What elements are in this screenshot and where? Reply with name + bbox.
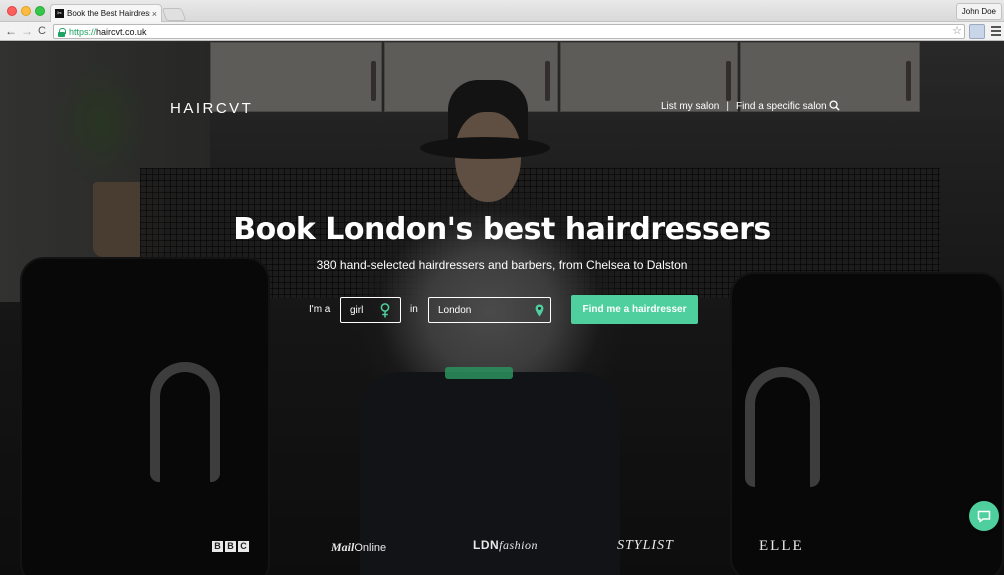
press-logo-mailonline: MailOnline bbox=[331, 540, 387, 554]
window-close-button[interactable] bbox=[7, 6, 17, 16]
browser-titlebar: ✂ Book the Best Hairdressers × John Doe bbox=[0, 0, 1004, 22]
window-minimize-button[interactable] bbox=[21, 6, 31, 16]
chat-button[interactable] bbox=[969, 501, 999, 531]
hamburger-menu-icon[interactable] bbox=[991, 26, 1001, 38]
top-nav: List my salon | Find a specific salon bbox=[661, 101, 827, 112]
favicon-icon: ✂ bbox=[55, 9, 64, 18]
location-value: London bbox=[438, 304, 472, 316]
press-logo-elle: ELLE bbox=[759, 538, 804, 554]
location-input[interactable]: London bbox=[428, 297, 551, 323]
lock-icon bbox=[58, 27, 66, 37]
url-scheme: https:// bbox=[69, 26, 97, 37]
window-maximize-button[interactable] bbox=[35, 6, 45, 16]
forward-arrow-icon[interactable]: → bbox=[21, 24, 33, 38]
gender-value: girl bbox=[350, 304, 364, 316]
hero-subline: 380 hand-selected hairdressers and barbe… bbox=[316, 258, 688, 272]
bookmark-star-icon[interactable]: ☆ bbox=[952, 24, 962, 37]
browser-tab[interactable]: ✂ Book the Best Hairdressers × bbox=[50, 4, 162, 22]
press-logo-ldnfashion: LDNfashion bbox=[473, 538, 539, 552]
reload-icon[interactable]: C bbox=[38, 24, 46, 38]
nav-list-my-salon[interactable]: List my salon bbox=[661, 101, 719, 112]
extension-icon[interactable] bbox=[969, 24, 985, 39]
url-host: haircvt.co.uk bbox=[96, 26, 147, 37]
press-logo-bbc: B B C bbox=[212, 541, 249, 552]
back-arrow-icon[interactable]: ← bbox=[5, 24, 17, 38]
map-pin-icon bbox=[535, 304, 544, 317]
gender-prefix-label: I'm a bbox=[309, 304, 331, 315]
press-logo-stylist: STYLIST bbox=[617, 538, 674, 553]
hero-headline: Book London's best hairdressers bbox=[233, 212, 771, 247]
tab-title: Book the Best Hairdressers bbox=[67, 9, 150, 18]
female-icon bbox=[380, 303, 390, 318]
browser-toolbar: ← → C https:// haircvt.co.uk ☆ bbox=[0, 22, 1004, 41]
profile-button[interactable]: John Doe bbox=[955, 3, 1002, 20]
location-prefix-label: in bbox=[410, 304, 418, 315]
tab-close-icon[interactable]: × bbox=[152, 9, 157, 19]
nav-separator: | bbox=[726, 101, 729, 112]
search-icon[interactable] bbox=[829, 100, 840, 111]
find-hairdresser-button[interactable]: Find me a hairdresser bbox=[571, 295, 698, 324]
nav-find-specific-salon[interactable]: Find a specific salon bbox=[736, 101, 827, 112]
new-tab-button[interactable] bbox=[161, 8, 187, 21]
site-logo[interactable]: HAIRCVT bbox=[170, 100, 253, 117]
hero-section: HAIRCVT List my salon | Find a specific … bbox=[0, 42, 1004, 575]
address-bar[interactable]: https:// haircvt.co.uk ☆ bbox=[53, 24, 965, 39]
gender-select[interactable]: girl bbox=[340, 297, 401, 323]
chat-bubble-icon bbox=[977, 510, 991, 522]
